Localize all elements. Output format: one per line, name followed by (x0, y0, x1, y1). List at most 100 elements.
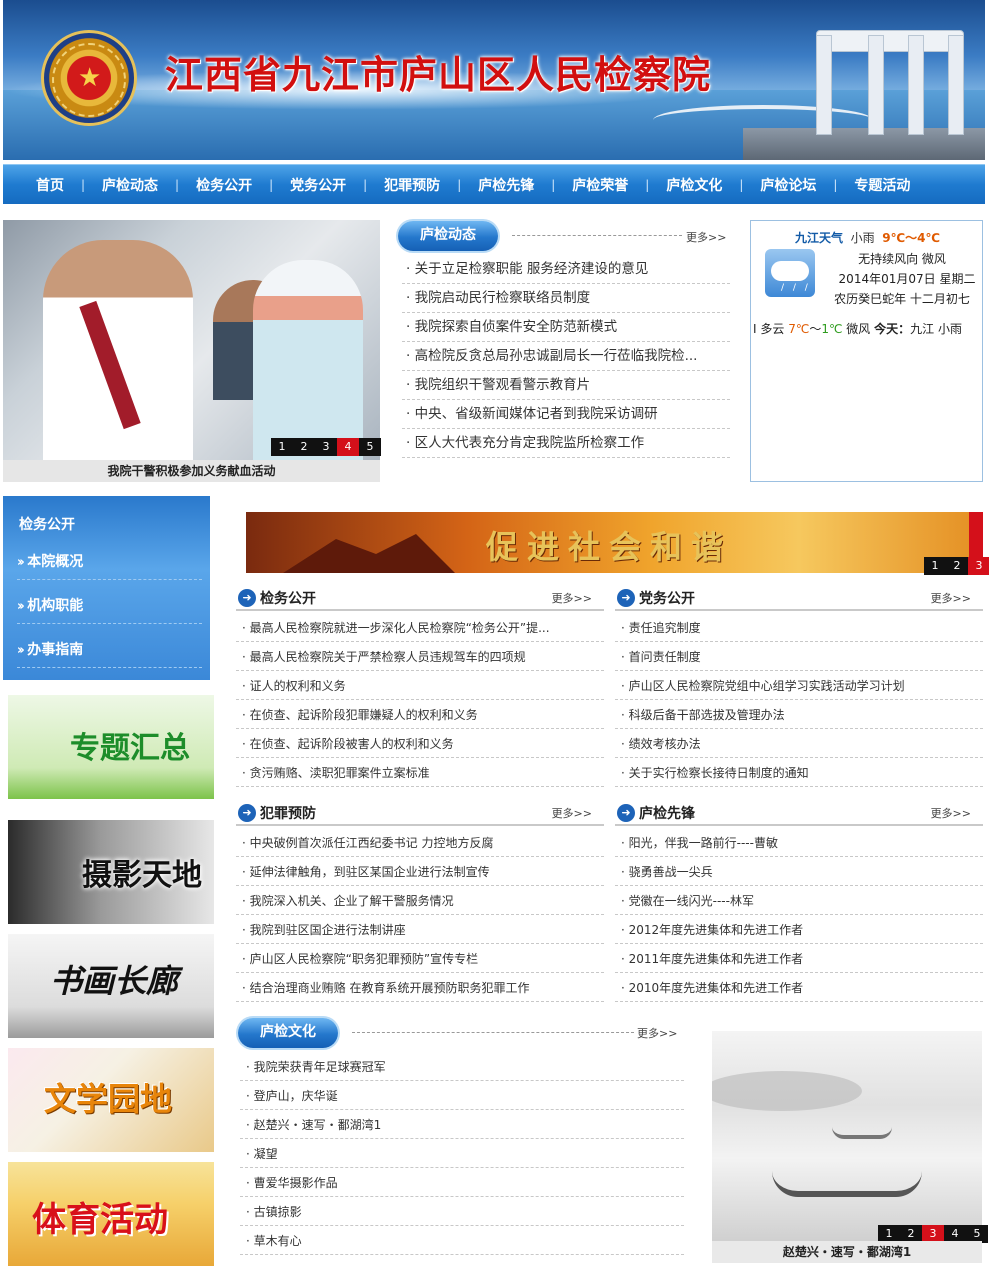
harmony-banner[interactable]: 促进社会和谐 (246, 512, 983, 573)
list-item[interactable]: 关于实行检察长接待日制度的通知 (615, 758, 983, 787)
list-item[interactable]: 凝望 (240, 1139, 684, 1168)
promo-photography[interactable]: 摄影天地 (8, 820, 214, 924)
pager-button[interactable]: 5 (359, 438, 381, 456)
pager-button[interactable]: 1 (924, 557, 946, 575)
nav-item[interactable]: 首页 (19, 175, 81, 195)
list-item[interactable]: 我院启动民行检察联络员制度 (402, 284, 730, 313)
sidebar-item-label: 本院概况 (27, 554, 84, 570)
more-link[interactable]: 更多>> (931, 590, 971, 606)
list-item[interactable]: 古镇掠影 (240, 1197, 684, 1226)
culture-more-link[interactable]: 更多>> (637, 1025, 677, 1041)
promo-calligraphy[interactable]: 书画长廊 (8, 934, 214, 1038)
pager-button[interactable]: 3 (968, 557, 989, 575)
sidebar-item[interactable]: ›› 本院概况 (17, 544, 202, 580)
list-item[interactable]: 贪污贿赂、渎职犯罪案件立案标准 (236, 758, 604, 787)
list-item[interactable]: 结合治理商业贿赂 在教育系统开展预防职务犯罪工作 (236, 973, 604, 1002)
sidebar-jianwu: 检务公开 ›› 本院概况 ›› 机构职能 ›› 办事指南 (3, 496, 210, 680)
promo-label: 体育活动 (32, 1200, 168, 1240)
nav-item[interactable]: 庐检先锋 (461, 175, 551, 195)
list-item[interactable]: 2010年度先进集体和先进工作者 (615, 973, 983, 1002)
photo-slideshow[interactable]: 12345 我院干警积极参加义务献血活动 (3, 220, 381, 482)
list-item[interactable]: 证人的权利和义务 (236, 671, 604, 700)
list-item[interactable]: 我院探索自侦案件安全防范新模式 (402, 313, 730, 342)
tab-lujian-news[interactable]: 庐检动态 (398, 221, 498, 251)
pager-button[interactable]: 2 (946, 557, 968, 575)
nav-item[interactable]: 党务公开 (273, 175, 363, 195)
sketch-photo[interactable] (712, 1031, 982, 1243)
nav-item[interactable]: 检务公开 (179, 175, 269, 195)
weather-date: 2014年01月07日 星期二 (838, 272, 976, 286)
more-link[interactable]: 更多>> (552, 590, 592, 606)
list-item[interactable]: 高检院反贪总局孙忠诚副局长一行莅临我院检... (402, 342, 730, 371)
list-item[interactable]: 登庐山，庆华诞 (240, 1081, 684, 1110)
list-item[interactable]: 草木有心 (240, 1226, 684, 1255)
list-item[interactable]: 2011年度先进集体和先进工作者 (615, 944, 983, 973)
section-dangwu-header: ➜ 党务公开 更多>> (615, 585, 983, 611)
list-item[interactable]: 责任追究制度 (615, 613, 983, 642)
list-item[interactable]: 赵楚兴・速写・鄱湖湾1 (240, 1110, 684, 1139)
list-item[interactable]: 在侦查、起诉阶段被害人的权利和义务 (236, 729, 604, 758)
nav-item[interactable]: 庐检文化 (649, 175, 739, 195)
list-item[interactable]: 关于立足检察职能 服务经济建设的意见 (402, 255, 730, 284)
list-item[interactable]: 最高人民检察院就进一步深化人民检察院“检务公开”提... (236, 613, 604, 642)
section-jianwu-header: ➜ 检务公开 更多>> (236, 585, 604, 611)
more-link[interactable]: 更多>> (931, 805, 971, 821)
section-title[interactable]: 检务公开 (260, 588, 316, 608)
nav-item[interactable]: 庐检动态 (85, 175, 175, 195)
list-item[interactable]: 党徽在一线闪光----林军 (615, 886, 983, 915)
list-item[interactable]: 阳光，伴我一路前行----曹敏 (615, 828, 983, 857)
list-item[interactable]: 最高人民检察院关于严禁检察人员违规驾车的四项规 (236, 642, 604, 671)
list-item[interactable]: 我院组织干警观看警示教育片 (402, 371, 730, 400)
list-item[interactable]: 首问责任制度 (615, 642, 983, 671)
tab-lujian-culture[interactable]: 庐检文化 (238, 1018, 338, 1048)
slideshow-caption[interactable]: 我院干警积极参加义务献血活动 (3, 460, 380, 482)
banner-pager: 123 (924, 557, 989, 575)
list-item[interactable]: 庐山区人民检察院党组中心组学习实践活动学习计划 (615, 671, 983, 700)
weather-city[interactable]: 九江天气 (795, 231, 843, 245)
list-item[interactable]: 绩效考核办法 (615, 729, 983, 758)
nav-item[interactable]: 专题活动 (837, 175, 927, 195)
site-banner: ★ 江西省九江市庐山区人民检察院 (3, 0, 985, 160)
list-item[interactable]: 我院到驻区国企进行法制讲座 (236, 915, 604, 944)
list-item[interactable]: 我院深入机关、企业了解干警服务情况 (236, 886, 604, 915)
sidebar-item[interactable]: ›› 办事指南 (17, 632, 202, 668)
list-item[interactable]: 延伸法律触角，到驻区某国企业进行法制宣传 (236, 857, 604, 886)
section-jianwu-list: 最高人民检察院就进一步深化人民检察院“检务公开”提...最高人民检察院关于严禁检… (236, 613, 604, 787)
list-item[interactable]: 在侦查、起诉阶段犯罪嫌疑人的权利和义务 (236, 700, 604, 729)
forecast-wind: 微风 (846, 322, 871, 336)
slideshow-photo[interactable] (3, 220, 380, 460)
list-item[interactable]: 科级后备干部选拔及管理办法 (615, 700, 983, 729)
culture-list: 我院荣获青年足球赛冠军登庐山，庆华诞赵楚兴・速写・鄱湖湾1凝望曹爱华摄影作品古镇… (240, 1052, 684, 1255)
banner-gate (798, 15, 978, 135)
list-item[interactable]: 中央、省级新闻媒体记者到我院采访调研 (402, 400, 730, 429)
circle-arrow-icon: ➜ (238, 589, 256, 607)
section-title[interactable]: 庐检先锋 (639, 803, 695, 823)
nav-item[interactable]: 庐检论坛 (743, 175, 833, 195)
promo-literature[interactable]: 文学园地 (8, 1048, 214, 1152)
more-link[interactable]: 更多>> (552, 805, 592, 821)
nav-item[interactable]: 庐检荣誉 (555, 175, 645, 195)
list-item[interactable]: 中央破例首次派任江西纪委书记 力控地方反腐 (236, 828, 604, 857)
double-chevron-right-icon: ›› (17, 599, 25, 614)
pager-button[interactable]: 4 (337, 438, 359, 456)
sidebar-item[interactable]: ›› 机构职能 (17, 588, 202, 624)
list-item[interactable]: 我院荣获青年足球赛冠军 (240, 1052, 684, 1081)
list-item[interactable]: 庐山区人民检察院“职务犯罪预防”宣传专栏 (236, 944, 604, 973)
promo-special-topics[interactable]: 专题汇总 (8, 695, 214, 799)
news-more-link[interactable]: 更多>> (686, 229, 726, 245)
nav-item[interactable]: 犯罪预防 (367, 175, 457, 195)
sketch-caption[interactable]: 赵楚兴・速写・鄱湖湾1 (712, 1241, 982, 1263)
section-title[interactable]: 犯罪预防 (260, 803, 316, 823)
list-item[interactable]: 曹爱华摄影作品 (240, 1168, 684, 1197)
today-text: 九江 小雨 (910, 322, 962, 336)
list-item[interactable]: 2012年度先进集体和先进工作者 (615, 915, 983, 944)
pager-button[interactable]: 1 (271, 438, 293, 456)
sidebar-item-label: 机构职能 (27, 598, 84, 614)
section-title[interactable]: 党务公开 (639, 588, 695, 608)
promo-sports[interactable]: 体育活动 (8, 1162, 214, 1266)
pager-button[interactable]: 2 (293, 438, 315, 456)
pager-button[interactable]: 3 (315, 438, 337, 456)
list-item[interactable]: 骁勇善战一尖兵 (615, 857, 983, 886)
sketch-slideshow[interactable]: 12345 赵楚兴・速写・鄱湖湾1 (712, 1031, 988, 1263)
list-item[interactable]: 区人大代表充分肯定我院监所检察工作 (402, 429, 730, 458)
